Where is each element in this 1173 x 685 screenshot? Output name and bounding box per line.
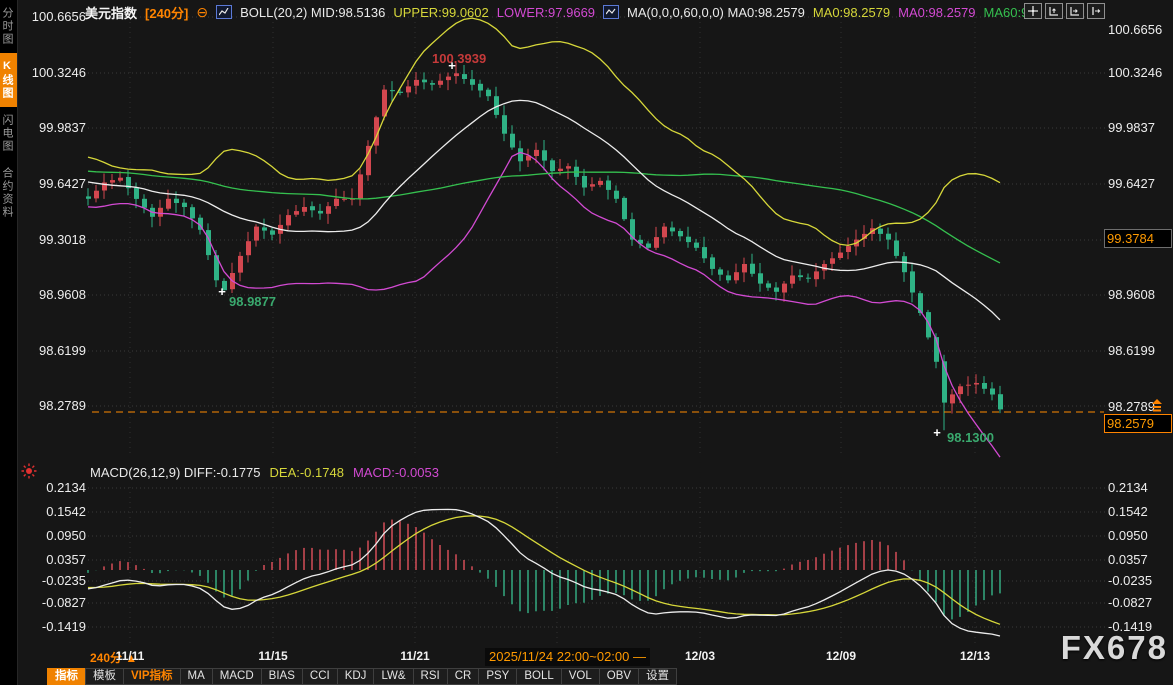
date-label: 11/11 (116, 649, 145, 663)
macd-axis-label-right: -0.0235 (1108, 573, 1172, 588)
price-axis-label-left: 98.6199 (14, 343, 86, 358)
macd-axis-label-left: 0.1542 (14, 504, 86, 519)
price-axis-label-left: 100.3246 (14, 65, 86, 80)
indicator-toolbar: 指标模板VIP指标MAMACDBIASCCIKDJLW&RSICRPSYBOLL… (48, 668, 677, 685)
ma0-yellow-readout: MA0:98.2579 (813, 5, 890, 20)
pan-right-icon[interactable] (1087, 3, 1105, 19)
toolbar-item-设置[interactable]: 设置 (638, 668, 677, 685)
toolbar-item-OBV[interactable]: OBV (599, 668, 639, 685)
macd-header: MACD(26,12,9) DIFF:-0.1775 DEA:-0.1748 M… (90, 465, 439, 480)
price-axis-label-right: 99.9837 (1108, 120, 1172, 135)
date-label: 12/03 (685, 649, 715, 663)
low1-cross-marker: + (218, 284, 226, 299)
price-axis-label-right: 98.9608 (1108, 287, 1172, 302)
sidebar-tab-合约资料[interactable]: 合约资料 (0, 160, 17, 226)
macd-axis-label-right: 0.0950 (1108, 528, 1172, 543)
price-axis-label-right: 99.6427 (1108, 176, 1172, 191)
high-price-annotation: 100.3939 (432, 51, 486, 66)
toolbar-item-RSI[interactable]: RSI (413, 668, 448, 685)
toolbar-item-模板[interactable]: 模板 (85, 668, 124, 685)
ma60-readout: MA60:9 (984, 5, 1029, 20)
sidebar-tab-闪电图[interactable]: 闪电图 (0, 107, 17, 160)
toolbar-item-PSY[interactable]: PSY (478, 668, 517, 685)
low1-price-annotation: 98.9877 (229, 294, 276, 309)
highlighted-date-range[interactable]: 2025/11/24 22:00~02:00 — (485, 648, 650, 666)
view-mode-sidebar: 分时图K线图闪电图合约资料 (0, 0, 18, 685)
ma-readout: MA(0,0,0,60,0,0) MA0:98.2579 (627, 5, 805, 20)
scale-right-axis-icon[interactable] (1066, 3, 1084, 19)
price-axis-label-left: 98.2789 (14, 398, 86, 413)
boll-indicator-icon[interactable] (216, 5, 232, 19)
price-axis-label-left: 98.9608 (14, 287, 86, 302)
macd-axis-label-right: 0.1542 (1108, 504, 1172, 519)
toolbar-item-CCI[interactable]: CCI (302, 668, 338, 685)
toolbar-item-BOLL[interactable]: BOLL (516, 668, 561, 685)
scale-up-axis-icon[interactable] (1045, 3, 1063, 19)
high-cross-marker: + (448, 58, 456, 73)
trading-app-window: 分时图K线图闪电图合约资料 美元指数 [240分] ⊖ BOLL(20,2) M… (0, 0, 1173, 685)
boll-readout: BOLL(20,2) MID:98.5136 (240, 5, 385, 20)
chart-tool-buttons (1024, 3, 1105, 19)
date-label: 11/21 (400, 649, 429, 663)
macd-axis-label-left: -0.0827 (14, 595, 86, 610)
macd-axis-label-right: 0.2134 (1108, 480, 1172, 495)
toolbar-item-LW&[interactable]: LW& (373, 668, 413, 685)
macd-axis-label-right: 0.0357 (1108, 552, 1172, 567)
macd-axis-label-left: -0.1419 (14, 619, 86, 634)
toolbar-item-CR[interactable]: CR (447, 668, 480, 685)
macd-dea-readout: DEA:-0.1748 (270, 465, 344, 480)
ma0-magenta-readout: MA0:98.2579 (898, 5, 975, 20)
low2-cross-marker: + (933, 425, 941, 440)
date-label: 12/13 (960, 649, 990, 663)
price-axis-label-left: 99.6427 (14, 176, 86, 191)
price-axis-label-right: 98.6199 (1108, 343, 1172, 358)
boll-upper-readout: UPPER:99.0602 (393, 5, 488, 20)
sidebar-tab-分时图[interactable]: 分时图 (0, 0, 17, 53)
toolbar-item-KDJ[interactable]: KDJ (337, 668, 375, 685)
macd-axis-label-left: 0.0950 (14, 528, 86, 543)
toolbar-item-MACD[interactable]: MACD (212, 668, 262, 685)
price-macd-chart[interactable] (0, 0, 1173, 685)
date-label: 12/09 (826, 649, 856, 663)
macd-hist-readout: MACD:-0.0053 (353, 465, 439, 480)
period-label[interactable]: [240分] (145, 3, 188, 22)
last-price-badge: 98.2579 (1104, 414, 1172, 433)
collapse-circle-icon[interactable]: ⊖ (196, 6, 208, 18)
crosshair-tool-icon[interactable] (1024, 3, 1042, 19)
low2-price-annotation: 98.1300 (947, 430, 994, 445)
price-axis-label-left: 99.9837 (14, 120, 86, 135)
price-axis-label-right: 100.6656 (1108, 22, 1172, 37)
boll-lower-readout: LOWER:97.9669 (497, 5, 595, 20)
toolbar-item-指标[interactable]: 指标 (47, 668, 86, 685)
alert-flash-icon[interactable] (21, 463, 37, 484)
instrument-title: 美元指数 (85, 3, 137, 22)
price-axis-label-left: 100.6656 (14, 9, 86, 24)
toolbar-item-BIAS[interactable]: BIAS (261, 668, 303, 685)
toolbar-item-VIP指标[interactable]: VIP指标 (123, 668, 181, 685)
macd-axis-label-right: -0.1419 (1108, 619, 1172, 634)
price-axis-label-right: 100.3246 (1108, 65, 1172, 80)
sidebar-tab-K线图[interactable]: K线图 (0, 53, 17, 107)
macd-diff-readout: MACD(26,12,9) DIFF:-0.1775 (90, 465, 261, 480)
date-label: 11/15 (258, 649, 287, 663)
date-axis: 240分 ▲ 11/1111/1511/2112/0312/0912/13 20… (17, 646, 1173, 668)
ma-indicator-icon[interactable] (603, 5, 619, 19)
toolbar-item-VOL[interactable]: VOL (561, 668, 600, 685)
chart-header: 美元指数 [240分] ⊖ BOLL(20,2) MID:98.5136 UPP… (85, 3, 1028, 21)
macd-axis-label-left: -0.0235 (14, 573, 86, 588)
price-axis-label-left: 99.3018 (14, 232, 86, 247)
price-alert-arrows-icon[interactable] (1151, 399, 1163, 412)
toolbar-item-MA[interactable]: MA (180, 668, 213, 685)
upper-price-badge: 99.3784 (1104, 229, 1172, 248)
macd-axis-label-right: -0.0827 (1108, 595, 1172, 610)
macd-axis-label-left: 0.0357 (14, 552, 86, 567)
